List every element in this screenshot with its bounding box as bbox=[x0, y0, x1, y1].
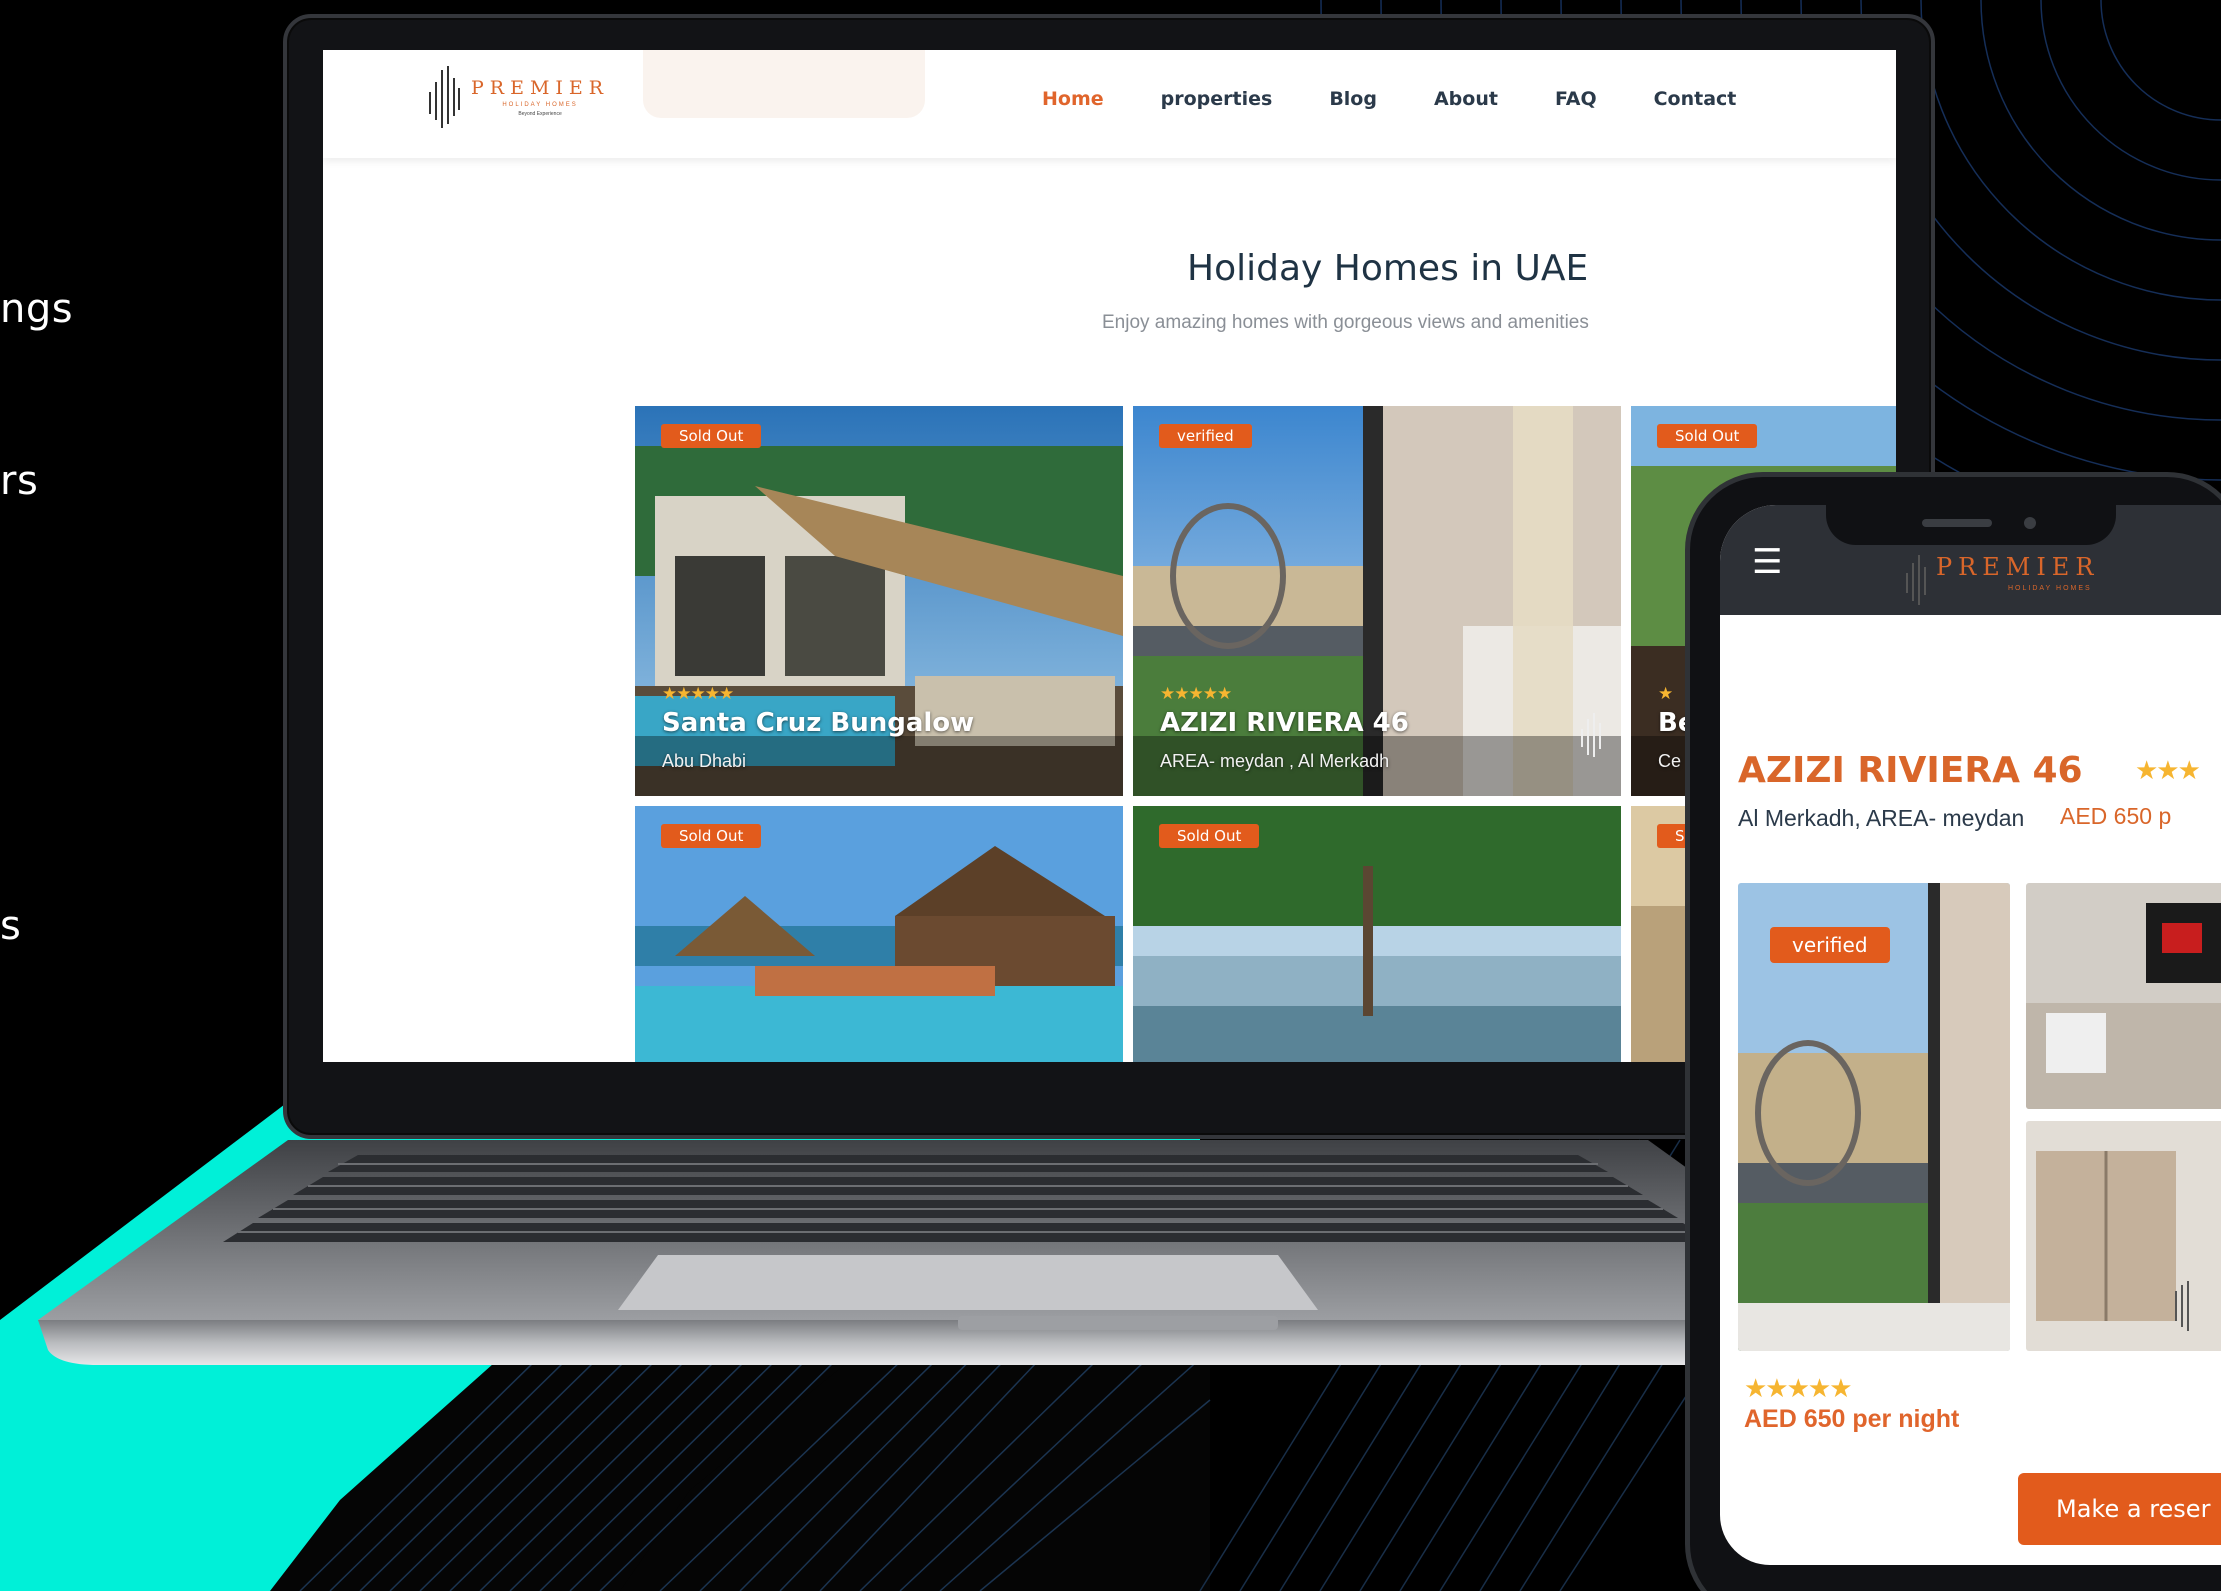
watermark-logo-icon bbox=[1581, 713, 1601, 757]
card-title: AZIZI RIVIERA 46 bbox=[1160, 708, 1409, 738]
property-card[interactable]: Sold Out bbox=[635, 806, 1123, 1062]
gallery-thumb[interactable] bbox=[2026, 883, 2221, 1109]
premier-logo-icon bbox=[429, 66, 460, 128]
speaker-grille bbox=[1922, 519, 1992, 527]
status-badge: verified bbox=[1770, 927, 1890, 963]
status-badge: Sold Out bbox=[661, 424, 762, 448]
property-card[interactable]: Sold Out bbox=[1133, 806, 1621, 1062]
nav-about[interactable]: About bbox=[1434, 88, 1498, 110]
hero-subtitle: Enjoy amazing homes with gorgeous views … bbox=[1102, 312, 1589, 333]
laptop-keyboard-base bbox=[38, 1140, 1898, 1365]
property-card[interactable]: verified ★★★★★ AZIZI RIVIERA 46 AREA- me… bbox=[1133, 406, 1621, 796]
logo-word: PREMIER bbox=[471, 77, 610, 99]
card-location: AREA- meydan , Al Merkadh bbox=[1160, 751, 1390, 771]
gallery-photo bbox=[2026, 883, 2221, 1109]
status-badge: Sold Out bbox=[661, 824, 762, 848]
card-location: Ce bbox=[1658, 751, 1682, 771]
rating-stars: ★★★ bbox=[2135, 755, 2201, 785]
nav-faq[interactable]: FAQ bbox=[1555, 88, 1597, 110]
make-reservation-button[interactable]: Make a reser bbox=[2018, 1473, 2221, 1545]
rating-stars: ★★★★★ bbox=[1744, 1373, 1853, 1403]
rating-stars: ★ bbox=[1658, 684, 1673, 703]
main-nav: Home properties Blog About FAQ Contact bbox=[1042, 88, 1793, 110]
site-header: PREMIER HOLIDAY HOMES Beyond Experience … bbox=[323, 50, 1896, 158]
gallery-main-image[interactable]: verified bbox=[1738, 883, 2010, 1351]
rating-stars: ★★★★★ bbox=[1160, 684, 1232, 703]
gallery-thumb[interactable] bbox=[2026, 1121, 2221, 1351]
price-top: AED 650 p bbox=[2060, 803, 2172, 829]
nav-properties[interactable]: properties bbox=[1161, 88, 1273, 110]
price-per-night: AED 650 per night bbox=[1744, 1405, 1960, 1433]
status-badge: verified bbox=[1159, 424, 1252, 448]
card-location: Abu Dhabi bbox=[662, 751, 747, 771]
phone-logo[interactable]: PREMIER HOLIDAY HOMES bbox=[1904, 553, 2099, 605]
card-title: Santa Cruz Bungalow bbox=[662, 708, 975, 738]
status-badge: Sold Out bbox=[1657, 424, 1758, 448]
front-camera-icon bbox=[2024, 517, 2036, 529]
phone-screen: ☰ PREMIER HOLIDAY HOMES AZIZI RIVIERA 46… bbox=[1720, 505, 2221, 1565]
side-text-3: s bbox=[0, 903, 22, 949]
property-card[interactable]: Sold Out ★★★★★ Santa Cruz Bungalow Abu D… bbox=[635, 406, 1123, 796]
side-text-1: ngs bbox=[0, 286, 74, 332]
premier-logo-icon bbox=[1906, 555, 1926, 605]
status-badge: Sold Out bbox=[1159, 824, 1260, 848]
site-logo[interactable]: PREMIER HOLIDAY HOMES Beyond Experience bbox=[427, 64, 609, 130]
hero-title: Holiday Homes in UAE bbox=[1187, 248, 1589, 289]
property-location: Al Merkadh, AREA- meydan bbox=[1738, 805, 2025, 831]
rating-stars: ★★★★★ bbox=[662, 684, 734, 703]
phone-logo-sub: HOLIDAY HOMES bbox=[2008, 585, 2092, 592]
property-title: AZIZI RIVIERA 46 bbox=[1738, 750, 2083, 791]
search-pill[interactable] bbox=[643, 50, 925, 118]
logo-sub: HOLIDAY HOMES bbox=[502, 102, 578, 108]
nav-home[interactable]: Home bbox=[1042, 88, 1104, 110]
phone-notch bbox=[1826, 505, 2116, 545]
hamburger-icon[interactable]: ☰ bbox=[1752, 545, 1782, 579]
gallery-photo bbox=[2026, 1121, 2221, 1351]
phone-logo-word: PREMIER bbox=[1936, 553, 2100, 581]
side-text-2: rs bbox=[0, 458, 39, 504]
nav-blog[interactable]: Blog bbox=[1329, 88, 1377, 110]
logo-tag: Beyond Experience bbox=[518, 111, 562, 117]
nav-contact[interactable]: Contact bbox=[1654, 88, 1737, 110]
laptop-screen: PREMIER HOLIDAY HOMES Beyond Experience … bbox=[323, 50, 1896, 1062]
